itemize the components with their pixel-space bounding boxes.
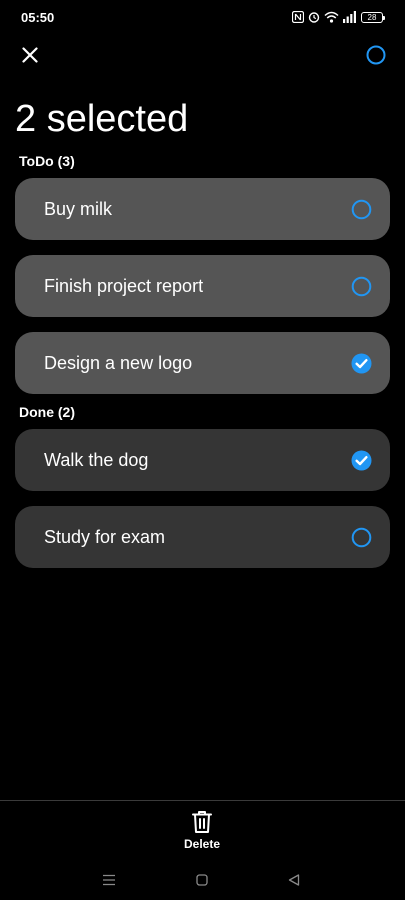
task-checkbox-checked[interactable] xyxy=(351,353,372,374)
status-bar: 05:50 28 xyxy=(0,0,405,36)
section-header-done: Done (2) xyxy=(19,404,75,420)
task-card-finish-project-report[interactable]: Finish project report xyxy=(15,255,390,317)
nfc-icon xyxy=(292,11,304,23)
circle-outline-icon xyxy=(366,45,386,65)
task-card-design-a-new-logo[interactable]: Design a new logo xyxy=(15,332,390,394)
nav-home-button[interactable] xyxy=(192,870,212,890)
task-label: Design a new logo xyxy=(44,353,193,373)
delete-button[interactable]: Delete xyxy=(172,806,232,852)
menu-icon xyxy=(103,874,115,886)
section-header-todo: ToDo (3) xyxy=(19,153,75,169)
trash-icon xyxy=(192,811,212,833)
check-circle-icon xyxy=(351,353,372,374)
status-icons: 28 xyxy=(292,9,385,25)
circle-outline-icon xyxy=(351,527,372,548)
task-checkbox-unchecked[interactable] xyxy=(351,527,372,548)
signal-icon xyxy=(343,11,356,23)
close-icon xyxy=(22,47,38,63)
task-card-walk-the-dog[interactable]: Walk the dog xyxy=(15,429,390,491)
task-checkbox-checked[interactable] xyxy=(351,450,372,471)
task-label: Walk the dog xyxy=(44,450,149,470)
check-circle-icon xyxy=(351,450,372,471)
circle-outline-icon xyxy=(351,276,372,297)
wifi-icon xyxy=(324,11,339,23)
alarm-icon xyxy=(308,12,320,23)
task-card-buy-milk[interactable]: Buy milk xyxy=(15,178,390,240)
close-button[interactable] xyxy=(16,41,44,69)
system-nav-bar xyxy=(0,862,405,898)
task-checkbox-unchecked[interactable] xyxy=(351,199,372,220)
circle-outline-icon xyxy=(351,199,372,220)
bottom-divider xyxy=(0,800,405,801)
battery-icon: 28 xyxy=(361,11,385,23)
task-label: Finish project report xyxy=(44,276,204,296)
nav-back-button[interactable] xyxy=(284,870,304,890)
page-title: 2 selected xyxy=(15,98,189,140)
nav-recents-button[interactable] xyxy=(99,870,119,890)
task-checkbox-unchecked[interactable] xyxy=(351,276,372,297)
delete-label: Delete xyxy=(183,837,221,851)
status-time: 05:50 xyxy=(21,10,55,25)
task-label: Study for exam xyxy=(44,527,166,547)
square-icon xyxy=(196,874,208,886)
select-all-button[interactable] xyxy=(362,41,390,69)
back-triangle-icon xyxy=(288,874,300,886)
task-card-study-for-exam[interactable]: Study for exam xyxy=(15,506,390,568)
task-label: Buy milk xyxy=(44,199,113,219)
